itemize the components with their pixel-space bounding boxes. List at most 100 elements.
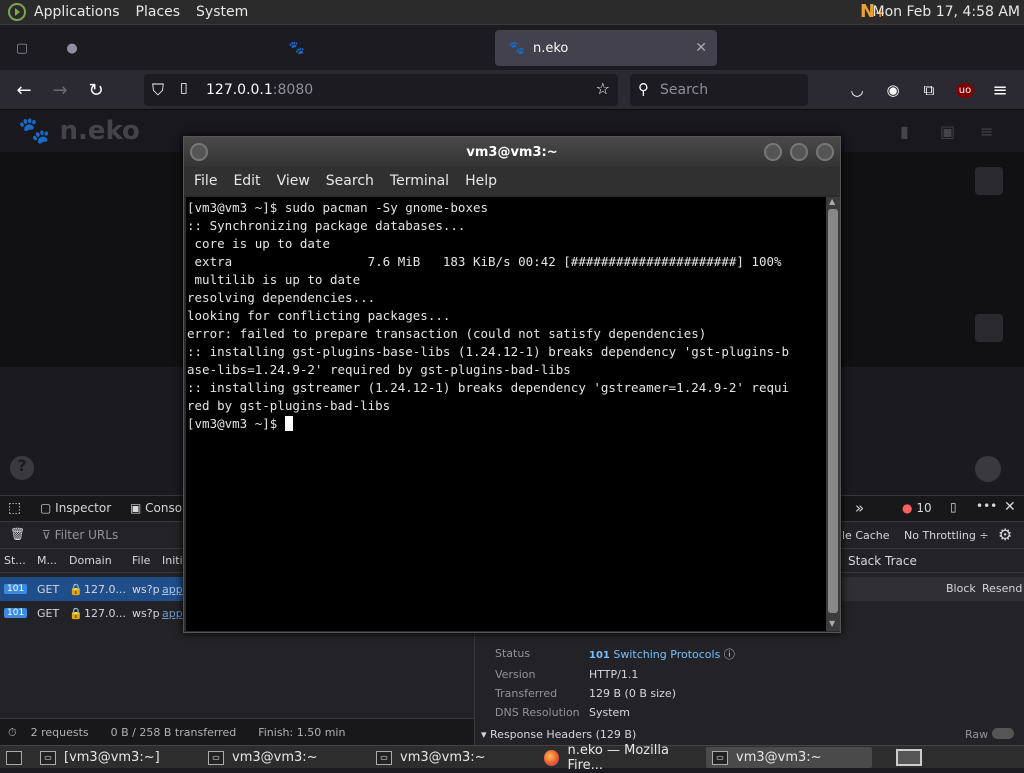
dock-icon[interactable]: ▯ — [950, 500, 957, 514]
hamburger-icon[interactable]: ≡ — [980, 122, 993, 141]
close-devtools-icon[interactable]: ✕ — [1004, 499, 1016, 515]
menu-search[interactable]: Search — [326, 173, 374, 189]
tab-neko-inactive[interactable]: 🐾 — [275, 30, 485, 66]
options-icon[interactable]: ••• — [976, 499, 997, 513]
terminal-titlebar[interactable]: vm3@vm3:~ — [184, 137, 840, 167]
bookmark-star-icon[interactable]: ☆ — [596, 79, 610, 98]
system-menu[interactable]: System — [188, 4, 256, 20]
terminal-line: red by gst-plugins-bad-libs — [187, 398, 391, 413]
url-bar[interactable]: ⛉ ▯ 127.0.0.1:8080 ☆ — [144, 74, 618, 106]
error-count[interactable]: ● 10 — [902, 501, 932, 515]
neko-icon: 🐾 — [288, 40, 306, 56]
url-text[interactable]: 127.0.0.1:8080 — [206, 82, 313, 98]
terminal-line: :: installing gstreamer (1.24.12-1) brea… — [187, 380, 790, 395]
picker-icon[interactable]: ⬚ — [8, 500, 21, 516]
throttling-select[interactable]: No Throttling ÷ — [904, 529, 989, 542]
account-icon[interactable]: ◉ — [881, 78, 905, 102]
extensions-icon[interactable]: ⧉ — [917, 78, 941, 102]
menu-view[interactable]: View — [277, 173, 310, 189]
col-initiator[interactable]: Initi — [162, 554, 183, 567]
menu-file[interactable]: File — [194, 173, 217, 189]
top-panel: Applications Places System N+ Mon Feb 17… — [0, 0, 1024, 25]
firefox-nav-bar: ← → ↻ ⛉ ▯ 127.0.0.1:8080 ☆ ⚲ Search ◡ ◉ … — [0, 70, 1024, 110]
taskbar-item[interactable]: ▭ [vm3@vm3:~] — [34, 747, 200, 768]
terminal-line: multilib is up to date — [187, 272, 361, 287]
fullscreen-icon[interactable] — [975, 167, 1003, 195]
tab-list-icon: ▢ — [15, 40, 29, 56]
help-icon[interactable]: ? — [10, 456, 34, 480]
terminal-icon: ▭ — [40, 750, 56, 765]
tab-stack-trace[interactable]: Stack Trace — [848, 554, 917, 568]
trash-icon[interactable]: ▮ — [900, 122, 909, 141]
menu-terminal[interactable]: Terminal — [390, 173, 449, 189]
resend-button[interactable]: Resend — [982, 582, 1022, 595]
minimize-button[interactable] — [764, 143, 782, 161]
terminal-line: resolving dependencies... — [187, 290, 376, 305]
terminal-line: ase-libs=1.24.9-2' required by gst-plugi… — [187, 362, 571, 377]
settings-gear-icon[interactable]: ⚙ — [998, 525, 1012, 544]
more-tabs-icon[interactable]: » — [855, 499, 864, 517]
menu-icon[interactable]: ≡ — [988, 78, 1012, 102]
disable-cache-checkbox[interactable]: le Cache — [842, 529, 890, 542]
applications-menu[interactable]: Applications — [26, 4, 128, 20]
terminal-scrollbar[interactable]: ▲ ▼ — [826, 197, 840, 631]
places-menu[interactable]: Places — [128, 4, 189, 20]
scrollbar-thumb[interactable] — [828, 209, 838, 613]
tab-github[interactable]: ● — [50, 30, 250, 66]
show-desktop-button[interactable] — [0, 747, 30, 768]
response-headers-toggle[interactable]: ▾ Response Headers (129 B) — [481, 728, 636, 741]
lock-icon: 🔒 — [69, 606, 83, 620]
raw-toggle[interactable]: Raw — [965, 728, 1014, 741]
terminal-prompt-line: [vm3@vm3 ~]$ — [187, 415, 826, 433]
close-tab-icon[interactable]: ✕ — [695, 40, 707, 56]
tab-overflow[interactable]: ▢ — [0, 30, 40, 66]
taskbar-item[interactable]: n.eko — Mozilla Fire... — [538, 743, 704, 773]
timer-icon: ⏱ — [8, 725, 17, 739]
menu-help[interactable]: Help — [465, 173, 497, 189]
distro-logo-icon[interactable] — [8, 3, 26, 21]
neko-logo: 🐾 n.eko — [18, 116, 140, 146]
back-button[interactable]: ← — [12, 78, 36, 102]
col-status[interactable]: St... — [4, 554, 26, 567]
lock-icon[interactable]: ▣ — [940, 122, 955, 141]
taskbar-item[interactable]: ▭ vm3@vm3:~ — [370, 747, 536, 768]
maximize-button[interactable] — [790, 143, 808, 161]
emoji-icon[interactable] — [975, 456, 1001, 482]
menu-edit[interactable]: Edit — [233, 173, 260, 189]
terminal-window[interactable]: vm3@vm3:~ File Edit View Search Terminal… — [183, 136, 841, 633]
paste-icon[interactable] — [975, 314, 1003, 342]
request-actions: Block Resend — [842, 577, 1024, 601]
page-icon[interactable]: ▯ — [180, 80, 188, 96]
tab-inspector[interactable]: ▢ Inspector — [40, 501, 111, 515]
clock[interactable]: Mon Feb 17, 4:58 AM — [873, 4, 1020, 20]
pocket-icon[interactable]: ◡ — [845, 78, 869, 102]
search-bar[interactable]: ⚲ Search — [630, 74, 808, 106]
terminal-output[interactable]: [vm3@vm3 ~]$ sudo pacman -Sy gnome-boxes… — [186, 197, 826, 631]
col-file[interactable]: File — [132, 554, 150, 567]
taskbar-item[interactable]: ▭ vm3@vm3:~ — [706, 747, 872, 768]
terminal-icon: ▭ — [376, 750, 392, 765]
scroll-up-icon[interactable]: ▲ — [829, 197, 835, 206]
col-method[interactable]: M... — [37, 554, 57, 567]
col-domain[interactable]: Domain — [69, 554, 112, 567]
taskbar-item[interactable]: ▭ vm3@vm3:~ — [202, 747, 368, 768]
request-details: Status 101 Switching Protocols ⓘ Version… — [474, 631, 1024, 746]
workspace-switcher[interactable] — [890, 747, 930, 768]
table-row[interactable]: 101 GET 🔒 127.0... ws?p app. — [0, 577, 190, 601]
forward-button[interactable]: → — [48, 78, 72, 102]
scroll-down-icon[interactable]: ▼ — [829, 619, 835, 628]
ublock-icon[interactable]: uo — [953, 78, 977, 102]
reload-button[interactable]: ↻ — [84, 78, 108, 102]
tab-neko-active[interactable]: 🐾 n.eko ✕ — [495, 30, 717, 66]
workspace-icon — [896, 749, 922, 766]
terminal-icon: ▭ — [208, 750, 224, 765]
shield-icon[interactable]: ⛉ — [152, 80, 164, 100]
close-button[interactable] — [816, 143, 834, 161]
trash-icon[interactable]: 🗑 — [10, 527, 25, 541]
block-button[interactable]: Block — [946, 582, 976, 595]
tab-console[interactable]: ▣ Console — [130, 501, 182, 515]
help-icon[interactable]: ⓘ — [724, 648, 735, 661]
terminal-cursor — [284, 416, 293, 431]
filter-urls-input[interactable]: ⊽ Filter URLs — [42, 528, 118, 542]
table-row[interactable]: 101 GET 🔒 127.0... ws?p app. — [0, 601, 190, 625]
